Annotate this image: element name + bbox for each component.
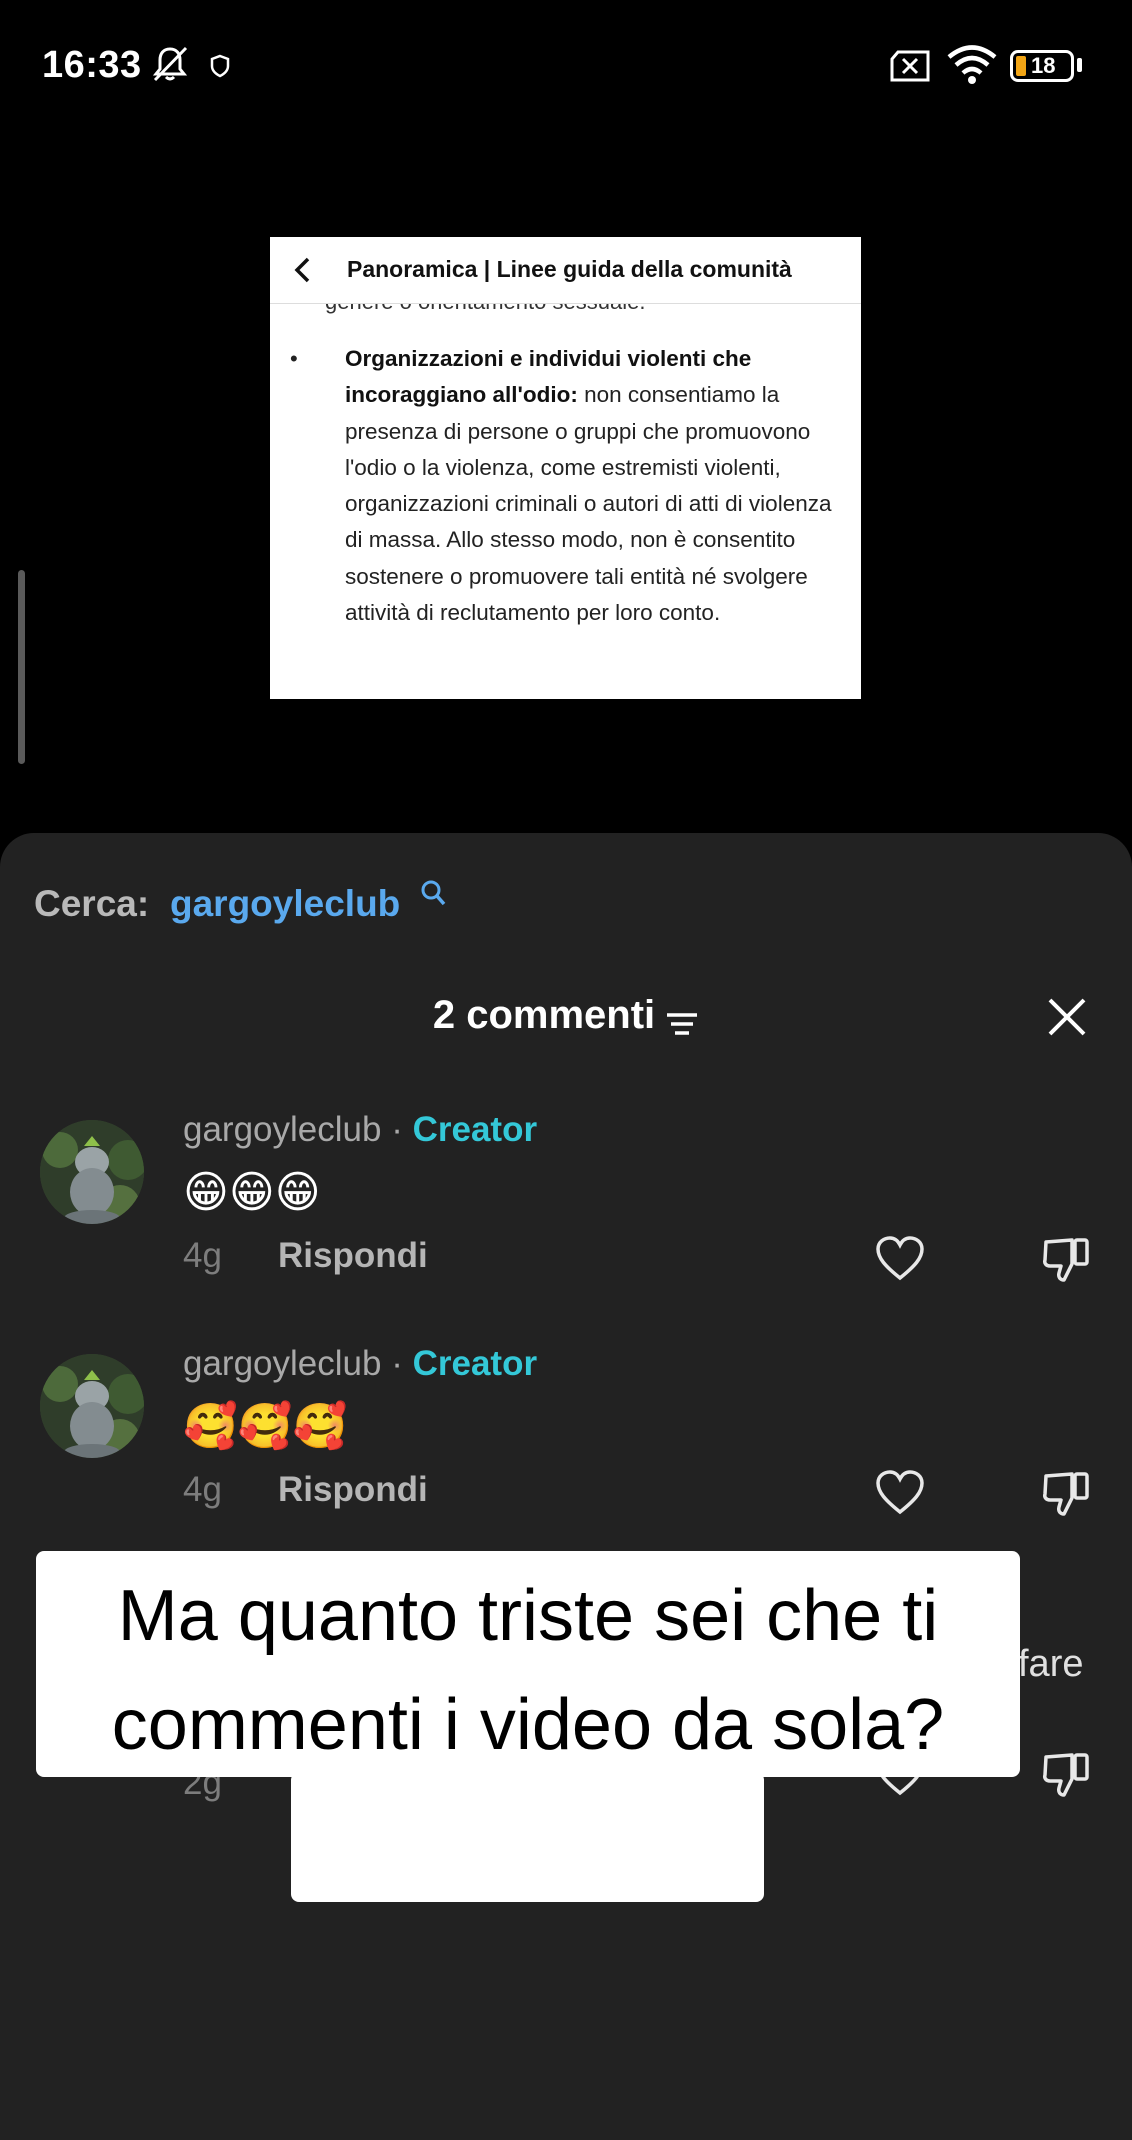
comments-panel: Cerca: gargoyleclub 2 commenti gargoylec… <box>0 833 1132 2140</box>
creator-badge: Creator <box>412 1344 538 1383</box>
comments-header: 2 commenti <box>0 993 1132 1039</box>
comment-item: gargoyleclub · Creator 🥰🥰🥰 4g Rispondi <box>0 1344 1132 1554</box>
thumbs-down-icon[interactable] <box>1042 1470 1092 1518</box>
comment-username[interactable]: gargoyleclub · Creator <box>183 1110 537 1150</box>
guidelines-screenshot: Panoramica | Linee guida della comunità … <box>270 237 861 699</box>
heart-icon[interactable] <box>875 1236 925 1282</box>
search-suggestion-link[interactable]: gargoyleclub <box>170 883 400 925</box>
creator-badge: Creator <box>412 1110 538 1149</box>
comment-age: 4g <box>183 1470 222 1509</box>
thumbs-down-icon[interactable] <box>1042 1236 1092 1284</box>
status-bar: 16:33 18 <box>0 0 1132 130</box>
hidden-comment-fragment: fare <box>1018 1643 1084 1685</box>
wifi-icon <box>947 45 997 84</box>
comment-item: gargoyleclub · Creator 😁😁😁 4g Rispondi <box>0 1110 1132 1320</box>
comment-text: 😁😁😁 <box>183 1168 321 1217</box>
shield-icon <box>210 54 230 78</box>
reply-button[interactable]: Rispondi <box>278 1470 428 1510</box>
battery-icon: 18 <box>1010 50 1074 82</box>
caption-line-1: Ma quanto triste sei che ti <box>117 1576 939 1656</box>
reply-button[interactable]: Rispondi <box>278 1236 428 1276</box>
avatar[interactable] <box>40 1120 144 1224</box>
search-icon[interactable] <box>420 879 446 907</box>
caption-emoji: 😂😂😂😂 <box>354 1793 701 1876</box>
card-header: Panoramica | Linee guida della comunità <box>270 237 861 304</box>
sort-filter-icon[interactable] <box>665 1009 699 1039</box>
comments-count-label: 2 commenti <box>432 993 656 1037</box>
avatar[interactable] <box>40 1354 144 1458</box>
bullet-dot: • <box>290 346 298 371</box>
bullet-body: non consentiamo la presenza di persone o… <box>345 382 832 626</box>
bullet-text: Organizzazioni e individui violenti che … <box>345 341 855 631</box>
gargoyle-avatar-image <box>40 1354 144 1458</box>
battery-level: 18 <box>1031 53 1056 78</box>
card-title: Panoramica | Linee guida della comunità <box>347 256 792 282</box>
comment-username[interactable]: gargoyleclub · Creator <box>183 1344 537 1384</box>
search-label: Cerca: <box>34 883 150 924</box>
video-progress-scrollbar[interactable] <box>18 570 25 764</box>
bell-off-icon <box>152 46 188 82</box>
close-icon[interactable] <box>1046 996 1088 1038</box>
battery-tip <box>1077 58 1082 72</box>
back-arrow-icon <box>294 257 310 283</box>
heart-icon[interactable] <box>875 1470 925 1516</box>
status-time: 16:33 <box>42 44 142 86</box>
comment-text: 🥰🥰🥰 <box>183 1402 348 1451</box>
caption-line-2: commenti i video da sola? <box>111 1685 945 1765</box>
thumbs-down-icon[interactable] <box>1042 1751 1092 1799</box>
sim-off-icon <box>890 50 930 82</box>
comment-age: 4g <box>183 1236 222 1275</box>
gargoyle-avatar-image <box>40 1120 144 1224</box>
